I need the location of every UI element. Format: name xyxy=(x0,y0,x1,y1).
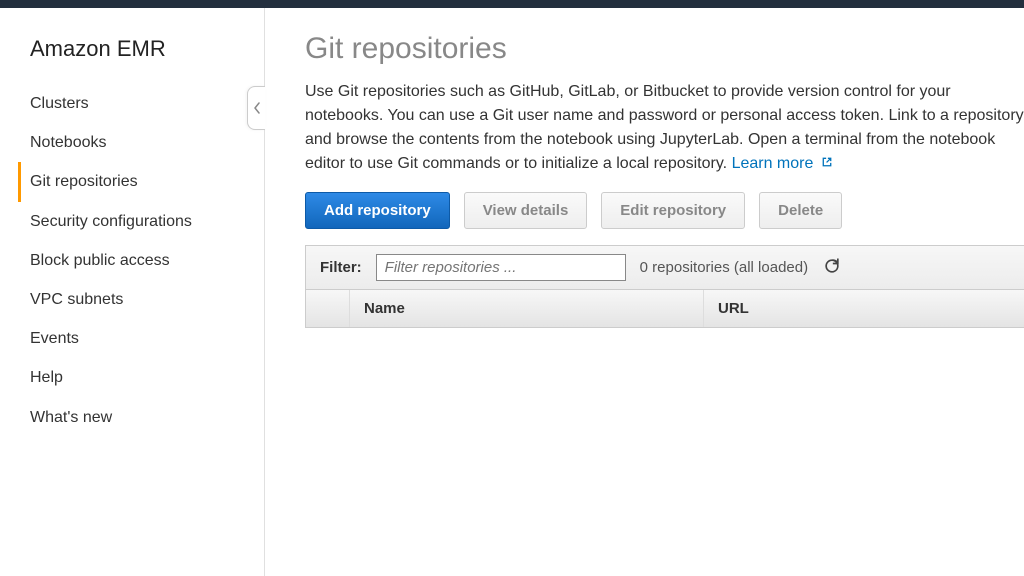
learn-more-label: Learn more xyxy=(732,155,814,172)
learn-more-link[interactable]: Learn more xyxy=(732,155,834,172)
sidebar-collapse-handle[interactable] xyxy=(247,86,265,130)
external-link-icon xyxy=(820,155,834,169)
table-header-checkbox xyxy=(306,290,350,327)
refresh-button[interactable] xyxy=(822,256,842,280)
sidebar-item-vpc-subnets[interactable]: VPC subnets xyxy=(18,280,264,319)
page-description: Use Git repositories such as GitHub, Git… xyxy=(305,80,1024,176)
sidebar-item-clusters[interactable]: Clusters xyxy=(18,84,264,123)
add-repository-button[interactable]: Add repository xyxy=(305,192,450,229)
chevron-left-icon xyxy=(253,102,261,114)
table-header-url[interactable]: URL xyxy=(704,290,1024,327)
page-title: Git repositories xyxy=(305,32,1024,66)
delete-button[interactable]: Delete xyxy=(759,192,842,229)
sidebar-item-whats-new[interactable]: What's new xyxy=(18,398,264,437)
sidebar-item-block-public-access[interactable]: Block public access xyxy=(18,241,264,280)
sidebar-item-events[interactable]: Events xyxy=(18,319,264,358)
sidebar-item-help[interactable]: Help xyxy=(18,358,264,397)
sidebar-item-git-repositories[interactable]: Git repositories xyxy=(18,162,264,201)
top-bar xyxy=(0,0,1024,8)
toolbar: Add repository View details Edit reposit… xyxy=(305,192,1024,229)
filter-label: Filter: xyxy=(320,259,362,276)
main-content: Git repositories Use Git repositories su… xyxy=(265,8,1024,576)
sidebar-item-notebooks[interactable]: Notebooks xyxy=(18,123,264,162)
filter-input[interactable] xyxy=(376,254,626,281)
filter-status: 0 repositories (all loaded) xyxy=(640,259,808,276)
refresh-icon xyxy=(822,256,842,276)
table-header-name[interactable]: Name xyxy=(350,290,704,327)
edit-repository-button[interactable]: Edit repository xyxy=(601,192,745,229)
sidebar: Amazon EMR Clusters Notebooks Git reposi… xyxy=(0,8,265,576)
sidebar-item-security-configurations[interactable]: Security configurations xyxy=(18,202,264,241)
description-text: Use Git repositories such as GitHub, Git… xyxy=(305,83,1024,172)
sidebar-title: Amazon EMR xyxy=(30,36,264,62)
filter-bar: Filter: 0 repositories (all loaded) xyxy=(305,245,1024,290)
table-header: Name URL xyxy=(305,290,1024,328)
view-details-button[interactable]: View details xyxy=(464,192,588,229)
